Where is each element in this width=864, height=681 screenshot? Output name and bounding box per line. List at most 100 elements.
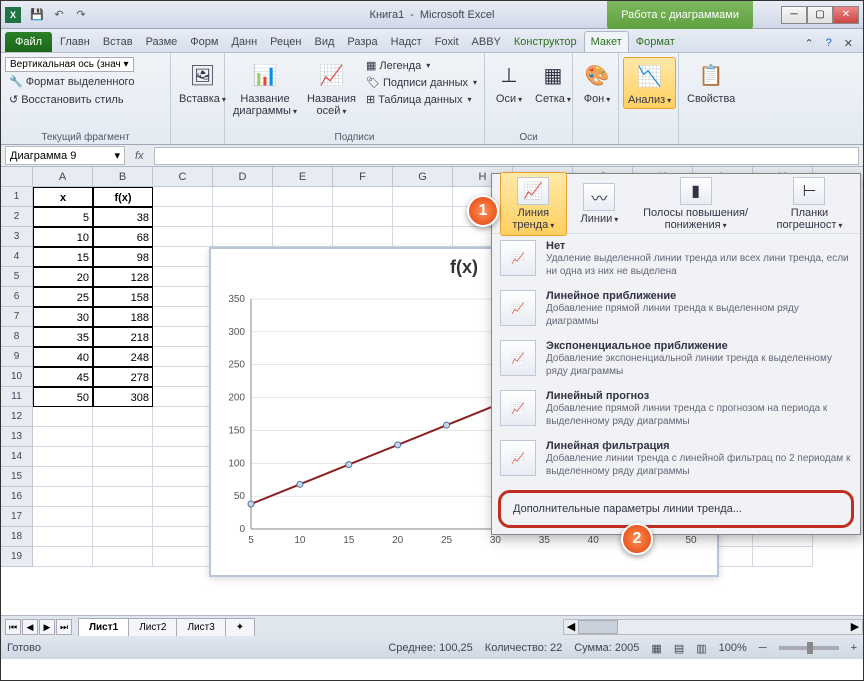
cell[interactable]: 188 (93, 307, 153, 327)
minimize-button[interactable]: ─ (781, 6, 807, 24)
cell[interactable] (33, 427, 93, 447)
cell[interactable]: 38 (93, 207, 153, 227)
gridlines-button[interactable]: ▦Сетка (531, 57, 575, 107)
row-header[interactable]: 13 (1, 427, 33, 447)
zoom-out-button[interactable]: ─ (759, 642, 767, 654)
zoom-in-button[interactable]: + (851, 642, 857, 654)
cell[interactable] (153, 447, 213, 467)
cell[interactable] (153, 327, 213, 347)
tab-abbyy[interactable]: ABBY (466, 32, 507, 52)
sheet-tab-new[interactable]: ✦ (225, 618, 255, 636)
cell[interactable]: 248 (93, 347, 153, 367)
cell[interactable]: 20 (33, 267, 93, 287)
trendline-button[interactable]: 📈Линия тренда (500, 172, 567, 236)
fx-icon[interactable]: fx (129, 150, 150, 162)
insert-button[interactable]: 🖼Вставка (175, 57, 230, 107)
help-icon[interactable]: ? (822, 35, 836, 52)
cell[interactable] (93, 527, 153, 547)
name-box[interactable]: Диаграмма 9▾ (5, 146, 125, 165)
trendline-option[interactable]: 📈Экспоненциальное приближениеДобавление … (492, 334, 860, 384)
view-pagelayout-icon[interactable]: ▤ (674, 642, 684, 655)
trendline-option[interactable]: 📈Линейная фильтрацияДобавление линии тре… (492, 434, 860, 484)
row-header[interactable]: 5 (1, 267, 33, 287)
cell[interactable] (153, 547, 213, 567)
cell[interactable]: 25 (33, 287, 93, 307)
cell[interactable] (333, 187, 393, 207)
cell[interactable] (153, 487, 213, 507)
data-table-button[interactable]: ⊞Таблица данных (362, 91, 481, 108)
cell[interactable]: 278 (93, 367, 153, 387)
row-header[interactable]: 9 (1, 347, 33, 367)
cell[interactable] (33, 507, 93, 527)
cell[interactable] (333, 227, 393, 247)
cell[interactable]: 218 (93, 327, 153, 347)
cell[interactable] (213, 227, 273, 247)
sheet-tab-2[interactable]: Лист2 (128, 618, 177, 636)
cell[interactable]: 128 (93, 267, 153, 287)
view-normal-icon[interactable]: ▦ (651, 642, 661, 655)
cell[interactable] (153, 507, 213, 527)
cell[interactable] (93, 547, 153, 567)
format-selection-button[interactable]: 🔧Формат выделенного (5, 73, 138, 90)
cell[interactable] (153, 207, 213, 227)
row-header[interactable]: 19 (1, 547, 33, 567)
col-header[interactable]: A (33, 167, 93, 187)
row-header[interactable]: 8 (1, 327, 33, 347)
cell[interactable] (93, 487, 153, 507)
row-header[interactable]: 18 (1, 527, 33, 547)
cell[interactable] (393, 187, 453, 207)
col-header[interactable]: E (273, 167, 333, 187)
tab-layout[interactable]: Макет (584, 31, 629, 52)
col-header[interactable]: F (333, 167, 393, 187)
tab-file[interactable]: Файл (5, 32, 52, 52)
cell[interactable] (153, 367, 213, 387)
analysis-button[interactable]: 📉Анализ (623, 57, 676, 109)
reset-style-button[interactable]: ↺Восстановить стиль (5, 91, 128, 108)
cell[interactable] (213, 207, 273, 227)
cell[interactable] (213, 187, 273, 207)
cell[interactable]: 45 (33, 367, 93, 387)
cell[interactable]: x (33, 187, 93, 207)
cell[interactable]: 50 (33, 387, 93, 407)
cell[interactable]: 98 (93, 247, 153, 267)
doc-close-icon[interactable]: ✕ (840, 35, 857, 52)
formula-input[interactable] (154, 147, 859, 165)
cell[interactable] (33, 467, 93, 487)
cell[interactable]: 30 (33, 307, 93, 327)
cell[interactable]: 308 (93, 387, 153, 407)
legend-button[interactable]: ▦Легенда (362, 57, 481, 74)
tab-addins[interactable]: Надст (385, 32, 428, 52)
zoom-level[interactable]: 100% (719, 642, 747, 654)
sheet-nav-last[interactable]: ⏭ (56, 619, 72, 635)
sheet-nav-prev[interactable]: ◀ (22, 619, 38, 635)
cell[interactable] (93, 427, 153, 447)
row-header[interactable]: 7 (1, 307, 33, 327)
cell[interactable] (393, 227, 453, 247)
cell[interactable] (153, 307, 213, 327)
cell[interactable] (93, 507, 153, 527)
cell[interactable]: 15 (33, 247, 93, 267)
cell[interactable] (153, 187, 213, 207)
row-header[interactable]: 11 (1, 387, 33, 407)
cell[interactable] (33, 547, 93, 567)
cell[interactable] (153, 407, 213, 427)
qat-save-icon[interactable]: 💾 (27, 6, 47, 24)
cell[interactable]: f(x) (93, 187, 153, 207)
cell[interactable] (333, 207, 393, 227)
horizontal-scrollbar[interactable]: ◀▶ (563, 619, 863, 635)
cell[interactable]: 68 (93, 227, 153, 247)
tab-home[interactable]: Главн (54, 32, 96, 52)
cell[interactable] (93, 447, 153, 467)
sheet-tab-3[interactable]: Лист3 (176, 618, 225, 636)
row-header[interactable]: 6 (1, 287, 33, 307)
col-header[interactable]: B (93, 167, 153, 187)
cell[interactable] (273, 187, 333, 207)
col-header[interactable]: C (153, 167, 213, 187)
view-pagebreak-icon[interactable]: ▥ (696, 642, 706, 655)
axis-titles-button[interactable]: 📈Названия осей (303, 57, 360, 119)
tab-format[interactable]: Формат (630, 32, 681, 52)
properties-button[interactable]: 📋Свойства (683, 57, 739, 107)
tab-data[interactable]: Данн (225, 32, 263, 52)
cell[interactable]: 5 (33, 207, 93, 227)
cell[interactable] (153, 347, 213, 367)
